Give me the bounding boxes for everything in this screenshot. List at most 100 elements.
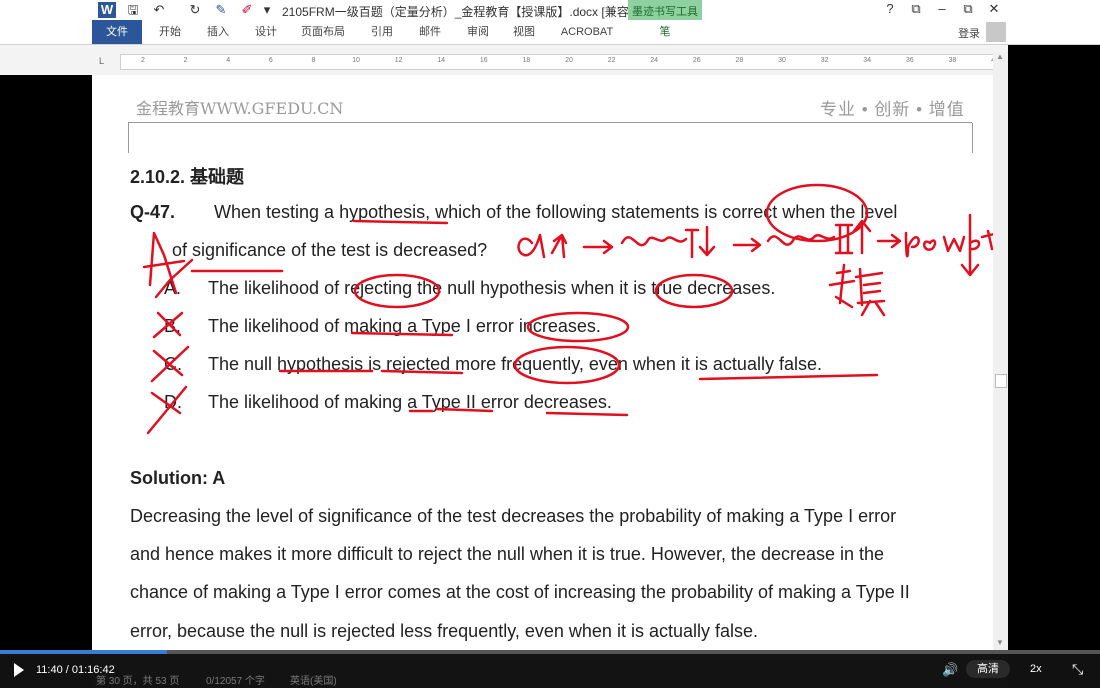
right-margin-area (1008, 45, 1100, 650)
option-c-letter: C. (164, 354, 182, 374)
tab-acrobat[interactable]: ACROBAT (554, 20, 620, 44)
window-title: 2105FRM一级百题（定量分析）_金程教育【授课版】.docx [兼容模... (282, 5, 651, 19)
ink-type-i (620, 228, 700, 259)
header-left: 金程教育WWW.GFEDU.CN (136, 99, 344, 118)
option-a-letter: A. (164, 278, 182, 298)
highlighter-icon[interactable]: ✐ (238, 2, 256, 18)
ruler-tick-label: 22 (607, 57, 616, 64)
tab-mailings[interactable]: 邮件 (410, 20, 450, 44)
ruler-tick-label: 20 (565, 57, 573, 64)
avatar[interactable] (986, 22, 1006, 42)
ink-arrow-2 (582, 239, 614, 255)
question-line-1: When testing a hypothesis, which of the … (214, 202, 898, 222)
corner-mark-right (972, 123, 973, 153)
ruler-tick-label: 2 (141, 57, 145, 64)
restore-button[interactable]: ⧉ (958, 1, 978, 17)
ruler-tick-label: 16 (479, 57, 488, 64)
solution-line-1: Decreasing the level of significance of … (130, 506, 897, 526)
solution-line-4: error, because the null is rejected less… (130, 621, 758, 641)
tab-view[interactable]: 视图 (504, 20, 544, 44)
volume-icon[interactable]: 🔊 (942, 662, 958, 678)
word-app-icon[interactable]: W (98, 2, 116, 18)
document-page[interactable]: 金程教育WWW.GFEDU.CN 专业 • 创新 • 增值 2.10.2. 基础… (92, 75, 993, 650)
ink-up-arrow (852, 219, 872, 255)
word-count[interactable]: 0/12057 个字 (206, 672, 265, 687)
ruler-tick-label: 34 (863, 57, 872, 64)
ink-type-ii (766, 223, 854, 255)
vertical-scrollbar[interactable]: ▲ ▼ (993, 52, 1008, 650)
ink-power (904, 229, 993, 258)
ink-down-arrow-power (960, 213, 980, 277)
option-b-text: The likelihood of making a Type I error … (208, 316, 601, 336)
help-button[interactable]: ? (880, 1, 900, 16)
language-indicator[interactable]: 英语(美国) (290, 672, 337, 687)
corner-mark-left (128, 123, 129, 153)
solution-title: Solution: A (130, 468, 226, 488)
minimize-button[interactable]: – (932, 1, 952, 16)
ruler-tick-label: 24 (650, 57, 659, 64)
header-right: 专业 • 创新 • 增值 (820, 100, 965, 119)
ruler-tick-label: 26 (692, 57, 701, 64)
ink-alpha (517, 233, 546, 259)
sign-in-link[interactable]: 登录 (958, 25, 980, 41)
solution-line-2: and hence makes it more difficult to rej… (130, 544, 885, 564)
ruler-tick-label: 18 (522, 57, 531, 64)
option-a-text: The likelihood of rejecting the null hyp… (208, 278, 776, 298)
ribbon-display-button[interactable]: ⧉ (906, 1, 926, 17)
customize-quick-access-icon[interactable]: ▾ (258, 2, 276, 18)
tab-file[interactable]: 文件 (92, 20, 142, 44)
ruler-tick-label: 10 (352, 57, 360, 64)
scroll-thumb[interactable] (995, 374, 1007, 388)
page-count[interactable]: 第 30 页，共 53 页 (96, 672, 179, 687)
option-d-letter: D. (164, 392, 182, 412)
ink-arrow-3 (698, 225, 716, 257)
ruler-tick-label: 2 (183, 57, 188, 64)
ruler-tick-label: 36 (905, 57, 914, 64)
speed-button[interactable]: 2x (1030, 663, 1042, 675)
question-line-2: of significance of the test is decreased… (172, 240, 488, 260)
tab-design[interactable]: 设计 (246, 20, 286, 44)
ruler-tick-label: 28 (735, 57, 744, 64)
ruler-tick-label: 6 (268, 57, 273, 64)
ruler-tick-label: 38 (948, 57, 957, 64)
ink-underline-false (698, 373, 879, 381)
ruler-tick-label: 12 (394, 57, 403, 64)
ruler-tick-label: 30 (778, 57, 786, 64)
ink-arrow-5 (876, 233, 902, 249)
question-id: Q-47. (130, 202, 176, 222)
ruler-tick-label: 14 (437, 57, 446, 64)
scroll-up-icon[interactable]: ▲ (996, 52, 1004, 61)
tab-references[interactable]: 引用 (362, 20, 402, 44)
tab-home[interactable]: 开始 (150, 20, 190, 44)
tab-pen[interactable]: 笔 (628, 20, 702, 44)
save-icon[interactable]: 🖫 (124, 2, 142, 18)
redo-icon[interactable]: ↻ (186, 2, 204, 18)
tab-selector[interactable]: L (99, 56, 104, 66)
header-divider (128, 122, 972, 123)
ruler-tick-label: 4 (226, 57, 231, 64)
undo-icon[interactable]: ↶ (150, 2, 168, 18)
player-controls: 11:40 / 01:16:42 第 30 页，共 53 页 0/12057 个… (0, 654, 1100, 688)
quality-button[interactable]: 高清 (966, 660, 1010, 678)
pen-icon[interactable]: ✎ (212, 2, 230, 18)
horizontal-ruler[interactable]: 2246810121416182022242628303234363840 (120, 54, 999, 70)
left-margin-area (0, 75, 92, 650)
ink-arrow-1 (550, 233, 568, 259)
tab-insert[interactable]: 插入 (198, 20, 238, 44)
ruler-tick-label: 8 (311, 57, 316, 64)
tab-layout[interactable]: 页面布局 (294, 20, 352, 44)
fullscreen-exit-icon[interactable]: ⤡ (1072, 661, 1083, 678)
close-button[interactable]: ✕ (984, 1, 1004, 17)
ink-underline-decreases (545, 411, 629, 417)
ink-arrow-4 (732, 237, 762, 253)
title-bar: W 🖫 ↶ ↻ ✎ ✐ ▾ 2105FRM一级百题（定量分析）_金程教育【授课版… (0, 0, 1100, 20)
tab-review[interactable]: 审阅 (458, 20, 498, 44)
section-heading: 2.10.2. 基础题 (130, 167, 245, 187)
play-icon[interactable] (14, 663, 24, 677)
option-c-text: The null hypothesis is rejected more fre… (208, 354, 822, 374)
ribbon-tabs: 文件 开始 插入 设计 页面布局 引用 邮件 审阅 视图 ACROBAT 笔 (0, 20, 1100, 45)
ink-chinese-note (828, 263, 886, 317)
option-d-text: The likelihood of making a Type II error… (208, 392, 612, 412)
solution-line-3: chance of making a Type I error comes at… (130, 582, 910, 602)
scroll-down-icon[interactable]: ▼ (996, 638, 1004, 647)
